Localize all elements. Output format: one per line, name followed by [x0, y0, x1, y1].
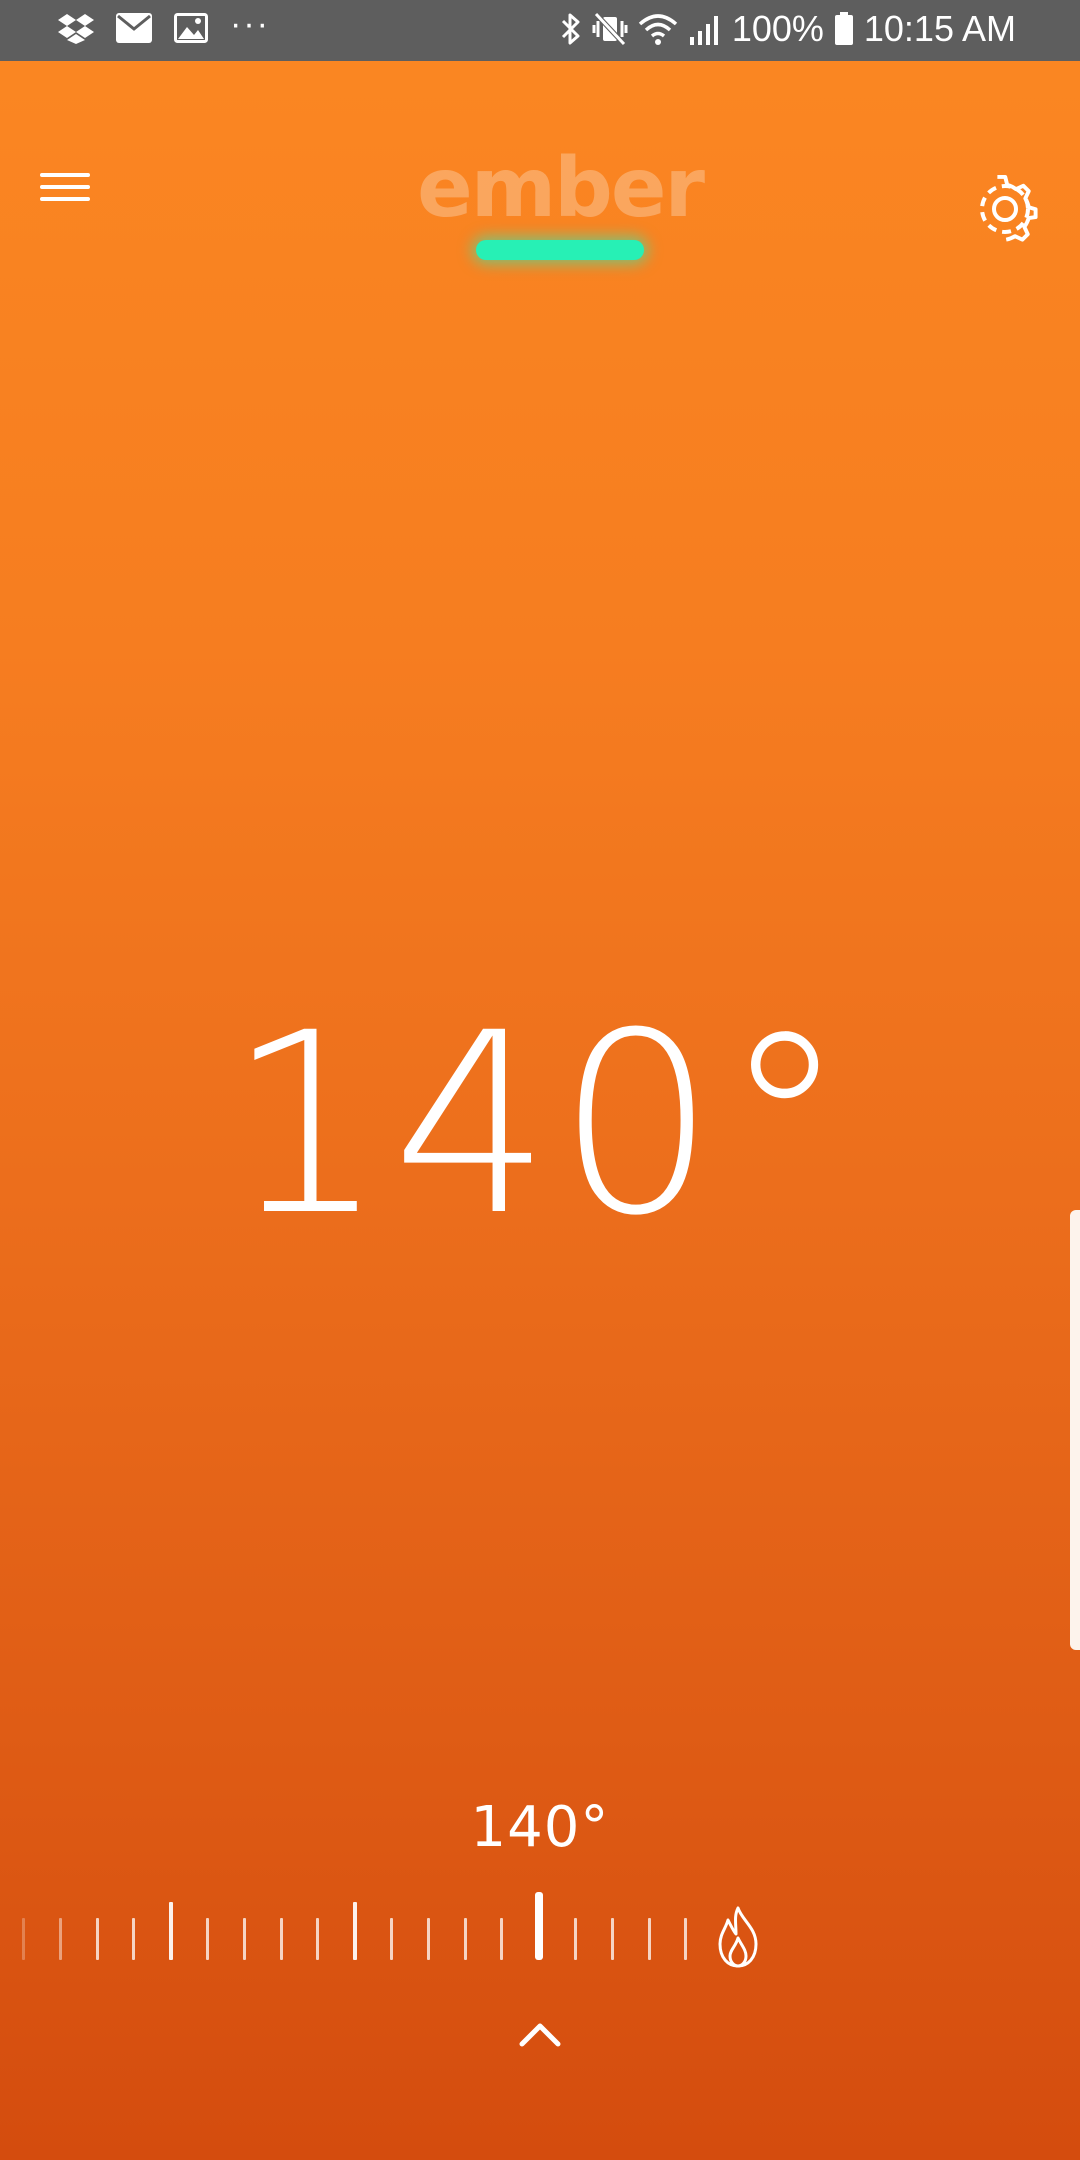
- edge-panel-handle[interactable]: [1070, 1210, 1080, 1650]
- slider-tick: [390, 1918, 393, 1960]
- bluetooth-icon: [560, 12, 582, 46]
- slider-tick: [610, 1918, 614, 1960]
- clock: 10:15 AM: [863, 8, 1016, 49]
- flame-icon: [712, 1906, 764, 1968]
- more-icon: ···: [230, 5, 270, 43]
- slider-tick: [22, 1918, 25, 1960]
- slider-tick: [132, 1918, 136, 1960]
- slider-tick: [500, 1918, 504, 1960]
- slider-tick: [684, 1918, 688, 1960]
- slider-tick: [463, 1918, 467, 1960]
- slider-tick: [279, 1918, 283, 1960]
- gear-icon[interactable]: [970, 174, 1040, 244]
- slider-tick: [169, 1902, 174, 1960]
- slider-tick: [426, 1918, 430, 1960]
- battery-percent: 100%: [731, 8, 824, 49]
- slider-thumb[interactable]: [535, 1892, 544, 1960]
- slider-tick: [206, 1918, 209, 1960]
- wifi-icon: [638, 12, 678, 46]
- temperature-slider[interactable]: [0, 1890, 1080, 1990]
- current-temperature: 140°: [226, 979, 854, 1270]
- slider-tick: [316, 1918, 320, 1960]
- battery-icon: [834, 12, 854, 46]
- chevron-up-icon[interactable]: [514, 2016, 566, 2052]
- vibrate-mute-icon: [592, 12, 628, 46]
- mail-icon: [116, 13, 152, 43]
- slider-tick: [95, 1918, 99, 1960]
- app-screen: ··· 100% 10:15 AM ember 140° 140°: [0, 0, 1080, 2160]
- brand-header: ember: [400, 148, 720, 230]
- notification-icons: ···: [58, 7, 270, 44]
- slider-tick: [58, 1918, 62, 1960]
- slider-tick: [242, 1918, 246, 1960]
- target-temperature: 140°: [470, 1795, 610, 1860]
- connection-indicator: [476, 240, 644, 260]
- ember-logo: ember: [417, 141, 705, 236]
- dropbox-icon: [58, 12, 94, 44]
- signal-icon: [688, 13, 722, 45]
- slider-tick: [647, 1918, 651, 1960]
- image-icon: [174, 13, 208, 43]
- system-icons: 100% 10:15 AM: [560, 8, 1016, 50]
- status-bar: ··· 100% 10:15 AM: [0, 0, 1080, 61]
- slider-tick: [574, 1918, 577, 1960]
- hamburger-menu-icon[interactable]: [40, 165, 106, 221]
- slider-tick: [353, 1902, 358, 1960]
